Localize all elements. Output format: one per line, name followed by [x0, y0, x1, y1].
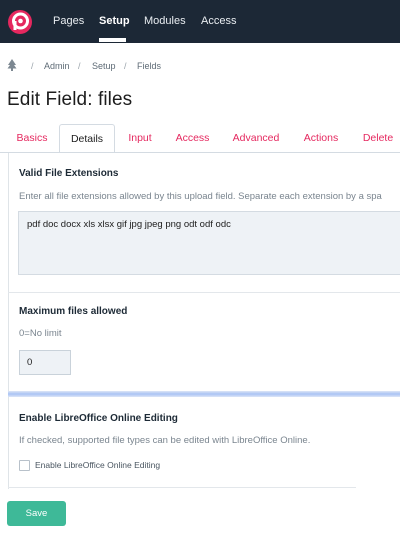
save-button[interactable]: Save: [7, 501, 66, 526]
extensions-label: Valid File Extensions: [19, 168, 119, 179]
extensions-textarea[interactable]: pdf doc docx xls xlsx gif jpg jpeg png o…: [18, 211, 400, 275]
tab-delete[interactable]: Delete: [356, 124, 400, 153]
tab-advanced[interactable]: Advanced: [227, 124, 285, 153]
libreoffice-checkbox[interactable]: [19, 460, 30, 471]
topnav-modules[interactable]: Modules: [144, 0, 186, 43]
tab-bar: Basics Details Input Access Advanced Act…: [0, 124, 400, 154]
breadcrumb-admin[interactable]: Admin: [44, 61, 70, 71]
topnav-access[interactable]: Access: [201, 0, 236, 43]
page-title: Edit Field: files: [7, 89, 133, 110]
breadcrumb-separator: /: [124, 61, 127, 71]
breadcrumb-fields[interactable]: Fields: [137, 61, 161, 71]
tab-basics[interactable]: Basics: [11, 124, 53, 153]
breadcrumb-separator: /: [78, 61, 81, 71]
max-files-label: Maximum files allowed: [19, 306, 128, 317]
tree-icon[interactable]: [7, 59, 17, 71]
tab-details[interactable]: Details: [59, 124, 115, 154]
section-highlight-bar: [8, 391, 400, 397]
processwire-logo-icon[interactable]: [7, 9, 33, 35]
max-files-input[interactable]: 0: [19, 350, 71, 375]
extensions-description: Enter all file extensions allowed by thi…: [19, 191, 382, 202]
topnav-active-indicator: [99, 38, 126, 42]
topnav-setup[interactable]: Setup: [99, 0, 130, 43]
tab-actions[interactable]: Actions: [297, 124, 345, 153]
max-files-description: 0=No limit: [19, 328, 62, 339]
breadcrumb: / Admin / Setup / Fields: [0, 58, 400, 74]
libreoffice-label: Enable LibreOffice Online Editing: [19, 413, 178, 424]
panel-bottom-border: [8, 487, 356, 488]
tab-access[interactable]: Access: [170, 124, 215, 153]
top-navbar: Pages Setup Modules Access: [0, 0, 400, 43]
topnav-pages[interactable]: Pages: [53, 0, 84, 43]
breadcrumb-separator: /: [31, 61, 34, 71]
libreoffice-checkbox-label[interactable]: Enable LibreOffice Online Editing: [35, 460, 160, 470]
section-divider: [8, 292, 400, 293]
breadcrumb-setup[interactable]: Setup: [92, 61, 116, 71]
tab-input[interactable]: Input: [121, 124, 159, 153]
libreoffice-description: If checked, supported file types can be …: [19, 435, 311, 446]
